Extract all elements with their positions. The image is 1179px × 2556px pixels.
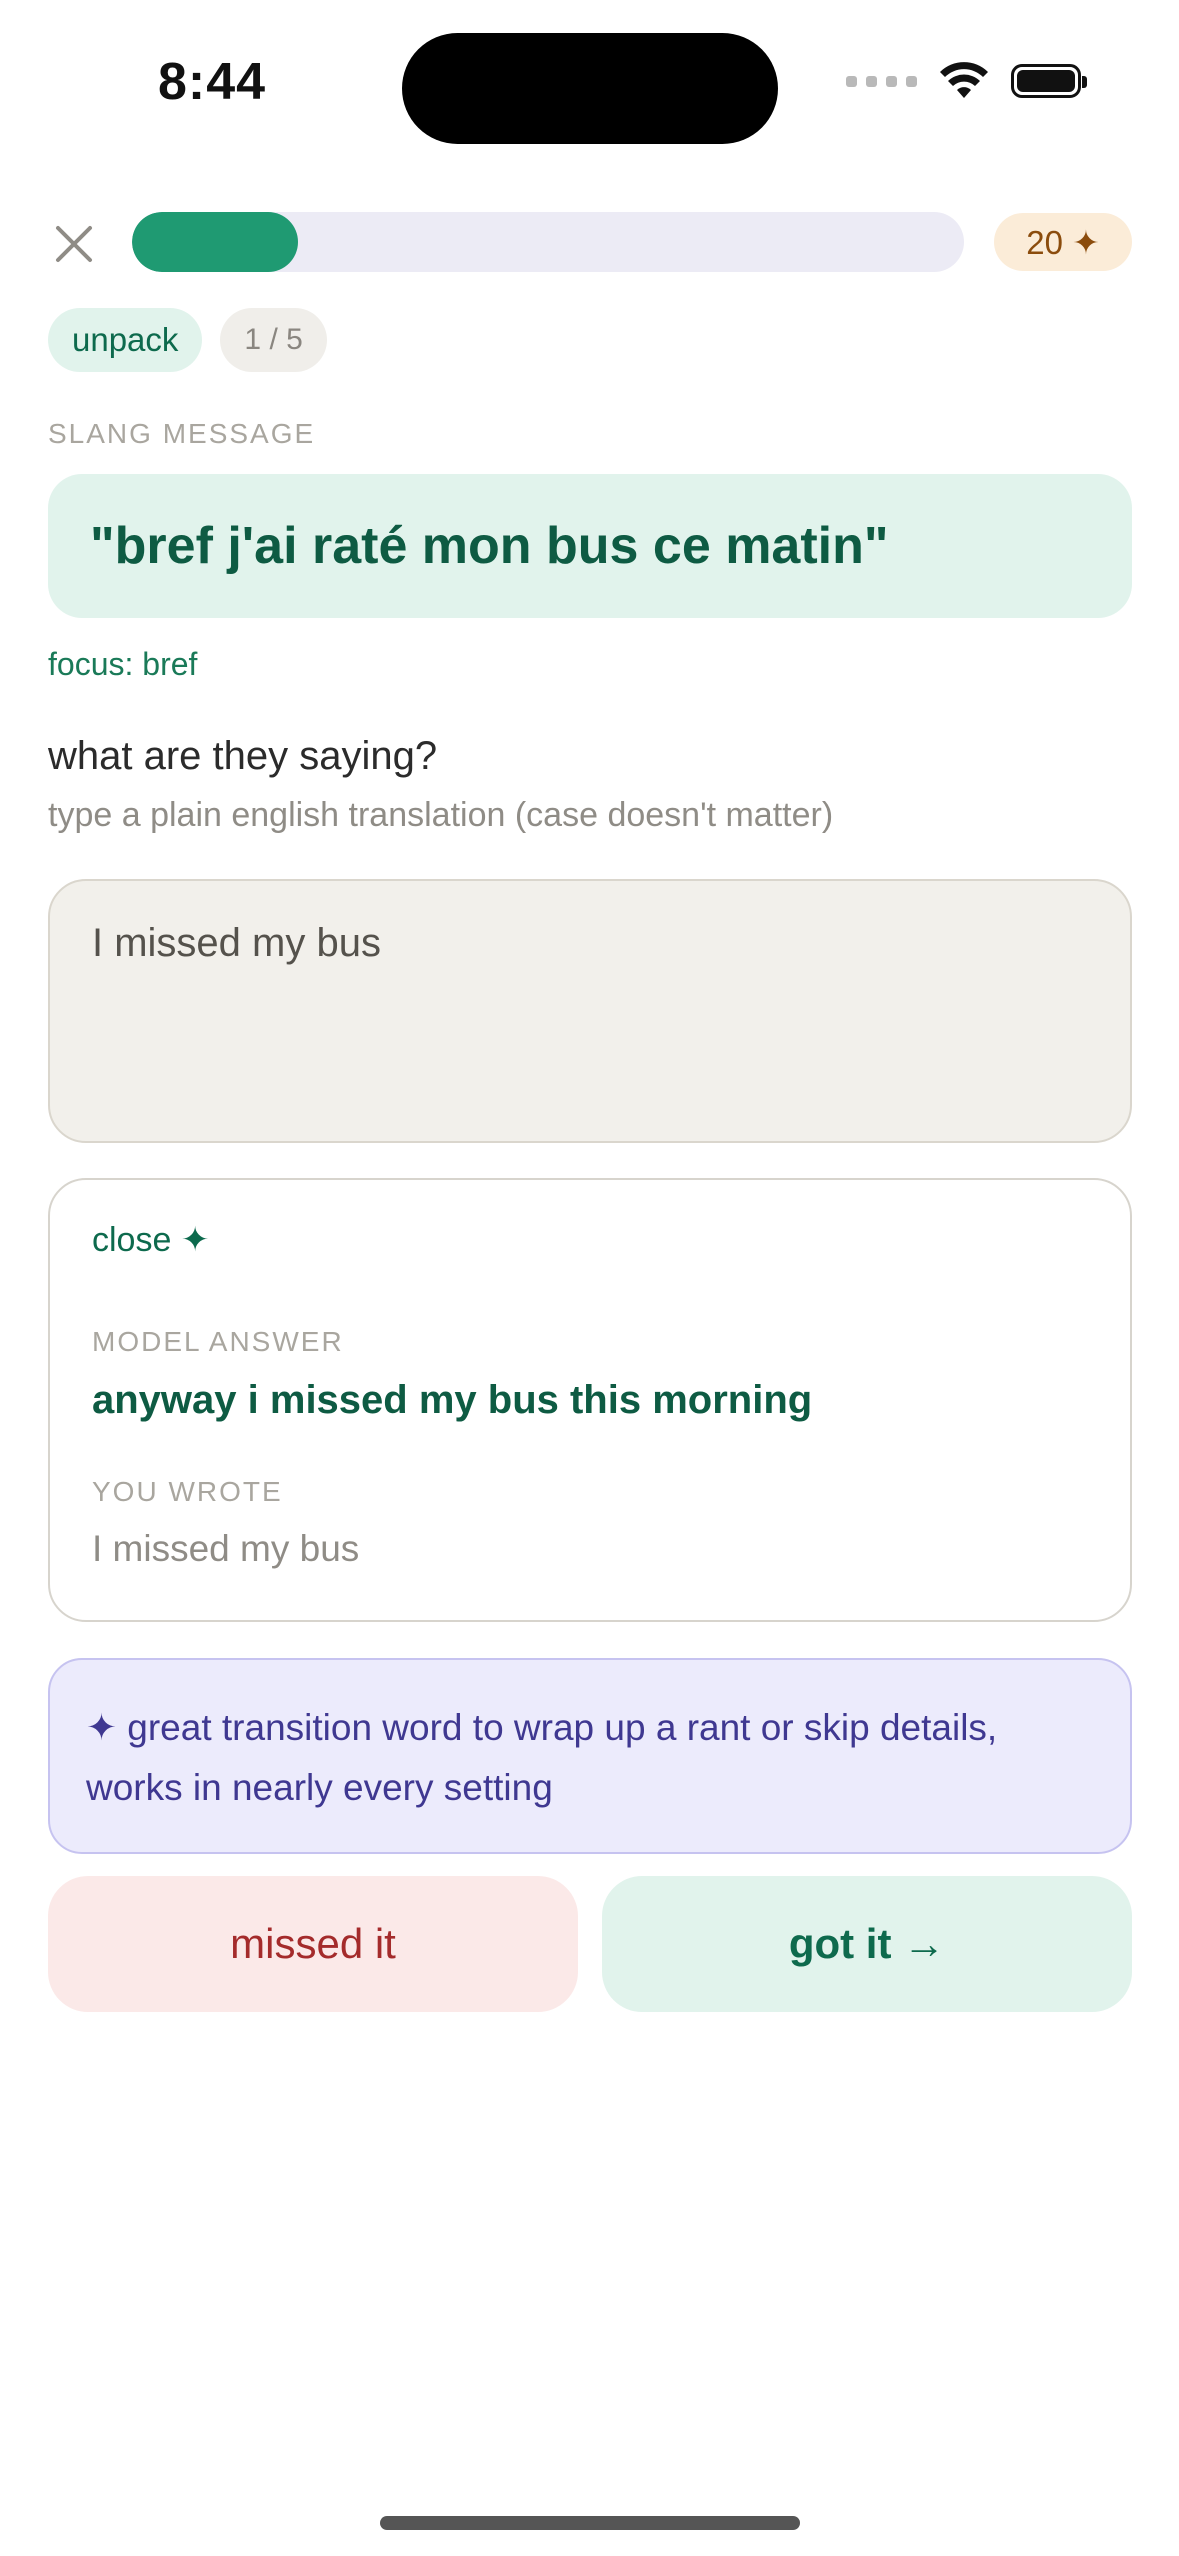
slang-section-label: SLANG MESSAGE — [48, 418, 316, 449]
got-it-button[interactable]: got it → — [602, 1876, 1132, 2012]
wifi-icon — [940, 62, 988, 98]
battery-icon — [1011, 64, 1087, 98]
usage-tip: ✦ great transition word to wrap up a ran… — [48, 1658, 1132, 1854]
status-icons — [846, 62, 1087, 100]
mode-tag: unpack — [48, 308, 203, 372]
slang-message-text: "bref j'ai raté mon bus ce matin" — [90, 517, 889, 575]
model-answer-label: MODEL ANSWER — [92, 1326, 344, 1357]
status-time: 8:44 — [158, 53, 267, 111]
progress-fill — [132, 212, 299, 272]
lesson-progress-bar — [132, 212, 964, 272]
translation-input[interactable] — [48, 879, 1132, 1143]
tag-row: unpack 1 / 5 — [48, 308, 327, 372]
question-count-tag: 1 / 5 — [220, 308, 327, 372]
focus-word: focus: bref — [48, 646, 198, 682]
home-indicator — [380, 2516, 800, 2530]
points-badge: 20 ✦ — [994, 213, 1132, 271]
question-hint: type a plain english translation (case d… — [48, 796, 834, 834]
slang-message-box: "bref j'ai raté mon bus ce matin" — [48, 474, 1132, 618]
you-wrote-text: I missed my bus — [92, 1528, 360, 1569]
question-title: what are they saying? — [48, 734, 438, 778]
close-icon[interactable] — [52, 222, 96, 266]
dynamic-island — [402, 33, 778, 144]
result-card: close ✦ MODEL ANSWER anyway i missed my … — [48, 1178, 1132, 1622]
missed-it-button[interactable]: missed it — [48, 1876, 578, 2012]
verdict-label: close ✦ — [92, 1221, 210, 1259]
you-wrote-label: YOU WROTE — [92, 1476, 283, 1507]
model-answer-text: anyway i missed my bus this morning — [92, 1378, 813, 1422]
signal-icon — [846, 75, 917, 87]
